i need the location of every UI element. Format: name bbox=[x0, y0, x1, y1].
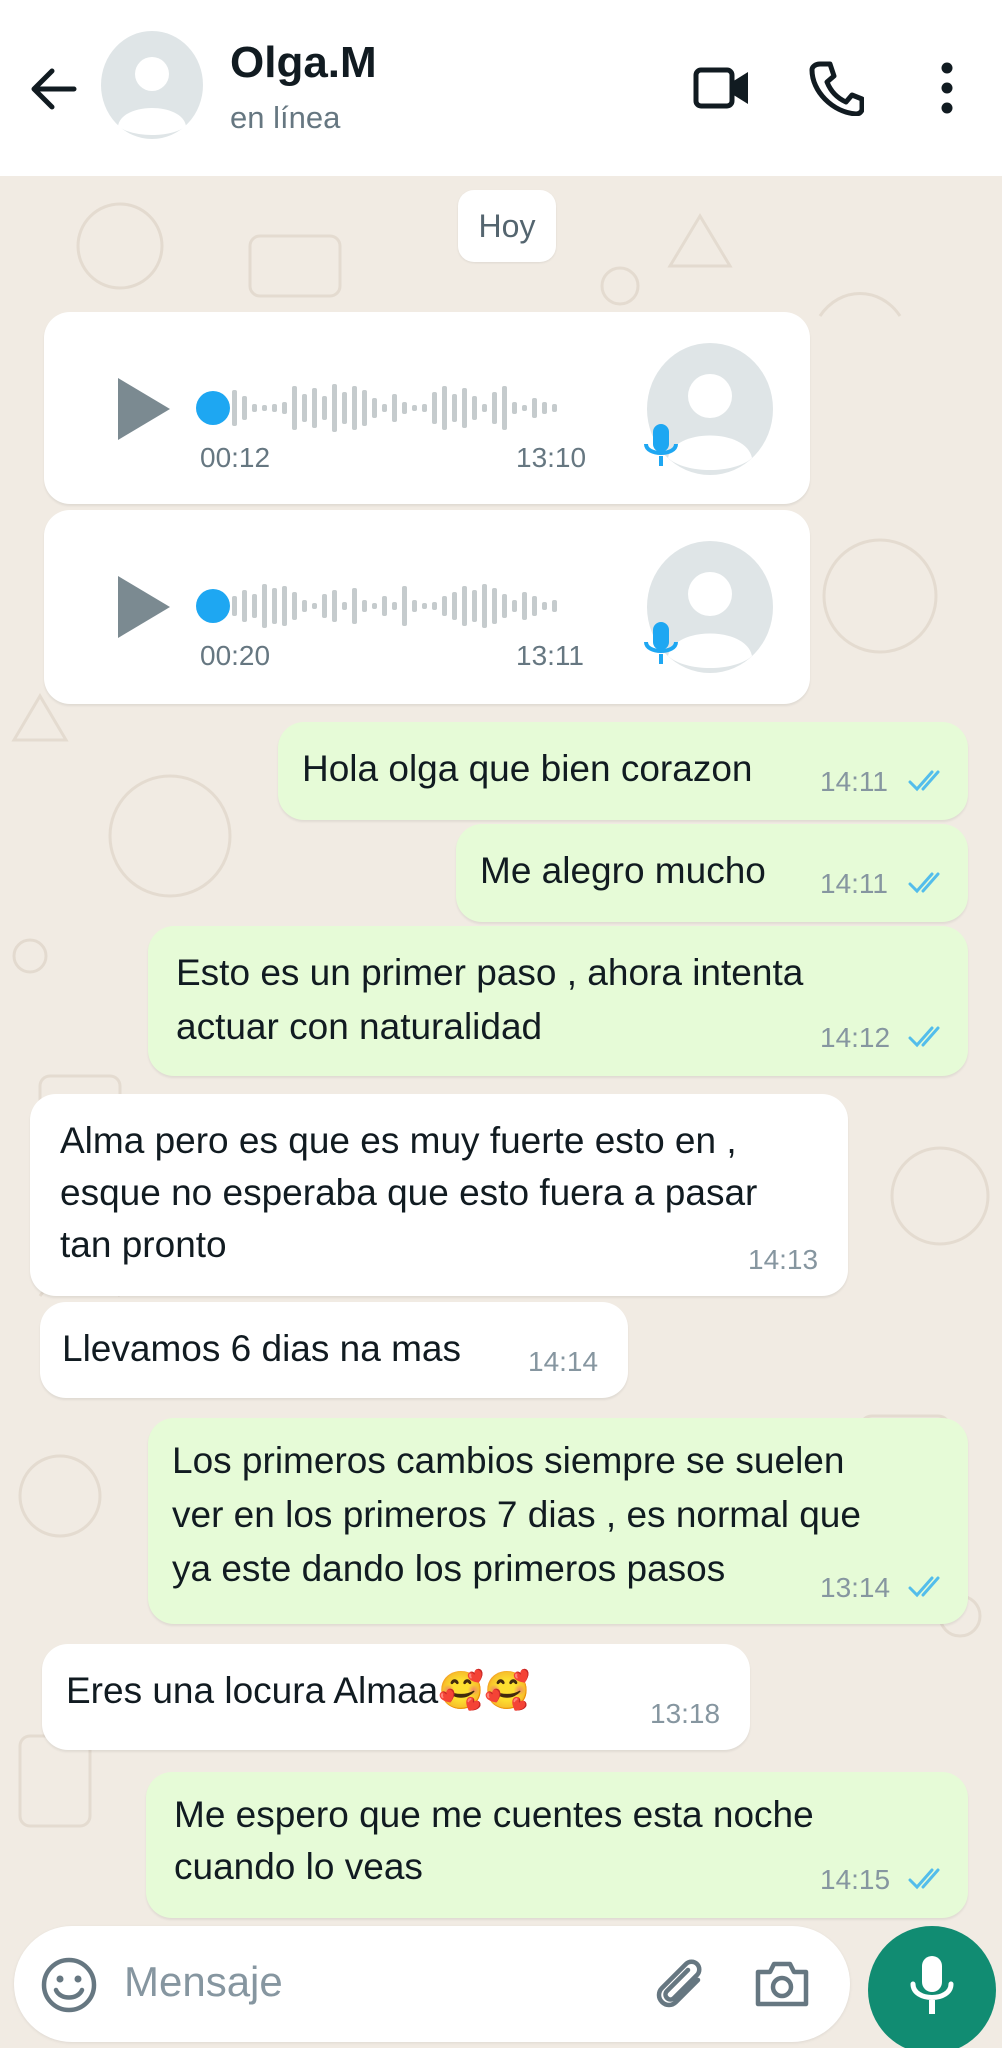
message-text: Esto es un primer paso , ahora intenta bbox=[176, 952, 804, 993]
play-icon[interactable] bbox=[114, 572, 174, 642]
message-composer: Mensaje bbox=[14, 1926, 850, 2042]
message-text: Alma pero es que es muy fuerte esto en , bbox=[60, 1120, 737, 1161]
message-text: actuar con naturalidad bbox=[176, 1006, 543, 1047]
message-text: ya este dando los primeros pasos bbox=[172, 1548, 726, 1589]
audio-message[interactable]: 00:12 13:10 bbox=[44, 312, 810, 504]
incoming-message[interactable]: Alma pero es que es muy fuerte esto en ,… bbox=[30, 1094, 848, 1296]
mic-icon bbox=[644, 622, 678, 664]
message-time: 13:11 bbox=[516, 640, 584, 671]
message-text: Hola olga que bien corazon bbox=[302, 748, 753, 789]
message-text: Los primeros cambios siempre se suelen bbox=[172, 1440, 845, 1481]
attach-icon[interactable] bbox=[646, 1952, 708, 2014]
message-time: 13:10 bbox=[516, 442, 587, 473]
audio-waveform[interactable] bbox=[196, 574, 616, 638]
back-arrow-icon[interactable] bbox=[26, 62, 80, 116]
message-text: Llevamos 6 dias na mas bbox=[62, 1328, 461, 1369]
message-time: 14:11 bbox=[820, 868, 888, 899]
message-time: 13:18 bbox=[650, 1698, 721, 1729]
message-text: ver en los primeros 7 dias , es normal q… bbox=[172, 1494, 861, 1535]
avatar[interactable] bbox=[100, 30, 204, 140]
outgoing-message[interactable]: Hola olga que bien corazon 14:11 bbox=[278, 722, 968, 820]
phone-icon[interactable] bbox=[808, 58, 864, 116]
chat-header: Olga.M en línea bbox=[0, 0, 1002, 176]
incoming-message[interactable]: Eres una locura Almaa🥰🥰 13:18 bbox=[42, 1644, 750, 1750]
contact-status: en línea bbox=[230, 100, 341, 135]
incoming-message[interactable]: Llevamos 6 dias na mas 14:14 bbox=[40, 1302, 628, 1398]
message-text: Me alegro mucho bbox=[480, 850, 766, 891]
contact-name[interactable]: Olga.M bbox=[230, 38, 377, 88]
voice-record-button[interactable] bbox=[868, 1926, 996, 2048]
message-time: 14:11 bbox=[820, 766, 888, 797]
message-time: 14:12 bbox=[820, 1022, 891, 1053]
message-time: 14:15 bbox=[820, 1864, 891, 1895]
read-receipt-icon bbox=[908, 872, 940, 894]
more-options-icon[interactable] bbox=[930, 60, 964, 116]
mic-icon bbox=[644, 424, 678, 466]
message-text: cuando lo veas bbox=[174, 1846, 423, 1887]
emoji-icon[interactable] bbox=[40, 1956, 98, 2014]
read-receipt-icon bbox=[908, 1576, 940, 1598]
outgoing-message[interactable]: Los primeros cambios siempre se suelen v… bbox=[148, 1418, 968, 1624]
date-chip: Hoy bbox=[458, 190, 556, 262]
message-time: 14:14 bbox=[528, 1346, 599, 1377]
play-icon[interactable] bbox=[114, 374, 174, 444]
mic-icon bbox=[910, 1956, 954, 2014]
camera-icon[interactable] bbox=[752, 1958, 812, 2010]
audio-message[interactable]: 00:20 13:11 bbox=[44, 510, 810, 704]
video-call-icon[interactable] bbox=[692, 62, 752, 114]
message-text: Me espero que me cuentes esta noche bbox=[174, 1794, 814, 1835]
message-text: Eres una locura Almaa🥰🥰 bbox=[66, 1670, 531, 1711]
audio-duration: 00:12 bbox=[200, 442, 271, 473]
message-time: 14:13 bbox=[748, 1244, 819, 1275]
outgoing-message[interactable]: Me espero que me cuentes esta noche cuan… bbox=[146, 1772, 968, 1918]
outgoing-message[interactable]: Esto es un primer paso , ahora intenta a… bbox=[148, 926, 968, 1076]
audio-waveform[interactable] bbox=[196, 376, 616, 440]
audio-duration: 00:20 bbox=[200, 640, 271, 671]
outgoing-message[interactable]: Me alegro mucho 14:11 bbox=[456, 824, 968, 922]
read-receipt-icon bbox=[908, 1026, 940, 1048]
message-text: esque no esperaba que esto fuera a pasar bbox=[60, 1172, 758, 1213]
read-receipt-icon bbox=[908, 770, 940, 792]
message-text: tan pronto bbox=[60, 1224, 227, 1265]
message-input[interactable]: Mensaje bbox=[124, 1958, 283, 2006]
message-time: 13:14 bbox=[820, 1572, 891, 1603]
read-receipt-icon bbox=[908, 1868, 940, 1890]
